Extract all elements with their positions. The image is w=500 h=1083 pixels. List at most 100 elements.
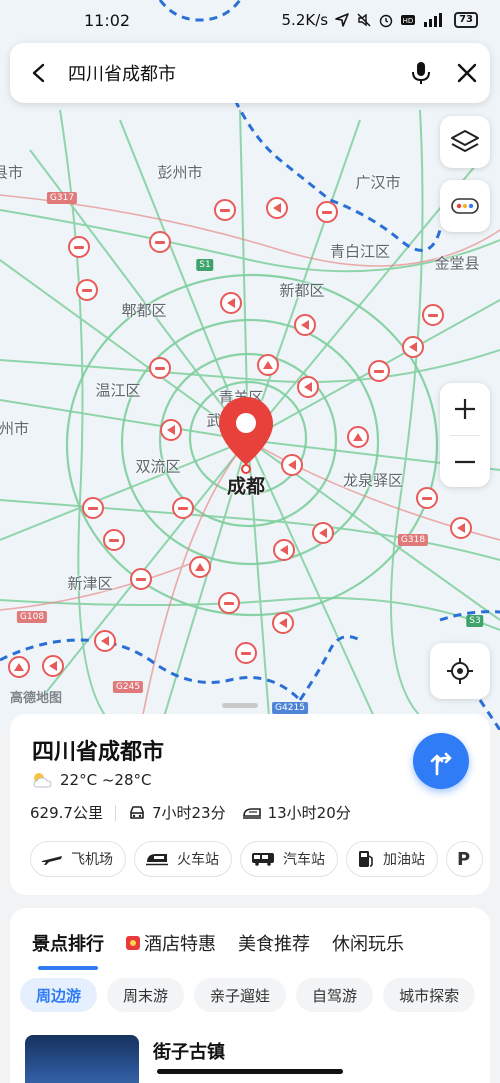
place-label: 彭州市 (157, 163, 203, 182)
location-pin-icon[interactable] (216, 395, 276, 477)
tab-food[interactable]: 美食推荐 (238, 930, 310, 956)
navigate-button[interactable] (413, 733, 469, 789)
sheet-drag-handle[interactable] (222, 703, 258, 708)
subtab-nearby[interactable]: 周边游 (20, 978, 98, 1012)
tab-attractions[interactable]: 景点排行 (32, 930, 104, 970)
place-card[interactable]: 四川省成都市 22°C ~28°C 629.7公里 7小时23分 13小时20分… (10, 714, 490, 895)
traffic-event-marker[interactable] (416, 487, 438, 509)
traffic-event-marker[interactable] (272, 612, 294, 634)
svg-text:HD: HD (403, 17, 414, 25)
attraction-thumbnail[interactable] (25, 1035, 139, 1083)
road-badge: G317 (46, 192, 78, 204)
construction-marker[interactable] (189, 556, 211, 578)
map-view[interactable]: 彭州市 广汉市 青白江区 金堂县 郫都区 新都区 温江区 青羊区 武 州市 双流… (0, 0, 500, 730)
traffic-event-marker[interactable] (103, 529, 125, 551)
traffic-event-marker[interactable] (422, 304, 444, 326)
traffic-event-marker[interactable] (368, 360, 390, 382)
more-tools-button[interactable] (440, 180, 490, 232)
chip-parking[interactable]: P (446, 841, 484, 877)
traffic-event-marker[interactable] (130, 568, 152, 590)
traffic-event-marker[interactable] (316, 201, 338, 223)
traffic-event-marker[interactable] (160, 419, 182, 441)
voice-search-button[interactable] (398, 43, 444, 103)
bus-icon (252, 853, 274, 866)
construction-marker[interactable] (8, 656, 30, 678)
layers-icon (451, 130, 479, 152)
traffic-event-marker[interactable] (402, 336, 424, 358)
search-query[interactable]: 四川省成都市 (68, 60, 398, 86)
drive-time-text: 7小时23分 (151, 804, 226, 822)
locate-icon (447, 658, 473, 684)
place-label: 广汉市 (355, 173, 401, 192)
traffic-event-marker[interactable] (312, 522, 334, 544)
road-badge: S3 (466, 615, 484, 627)
route-summary: 629.7公里 7小时23分 13小时20分 (30, 802, 351, 823)
drive-time[interactable]: 7小时23分 (128, 802, 226, 823)
chip-gas-station[interactable]: 加油站 (346, 841, 438, 877)
train-icon (242, 807, 261, 819)
layers-button[interactable] (440, 116, 490, 168)
traffic-event-marker[interactable] (149, 231, 171, 253)
status-bar: 11:02 5.2K/s HD 73 (0, 0, 500, 40)
tab-hotels[interactable]: 酒店特惠 (126, 930, 216, 956)
partly-cloudy-icon (33, 773, 52, 788)
home-indicator[interactable] (157, 1069, 343, 1074)
construction-marker[interactable] (257, 354, 279, 376)
microphone-icon (412, 62, 430, 84)
construction-marker[interactable] (347, 426, 369, 448)
network-speed: 5.2K/s (281, 11, 329, 29)
subtab-city-explore[interactable]: 城市探索 (383, 978, 476, 1012)
chip-bus-station[interactable]: 汽车站 (240, 841, 338, 877)
traffic-event-marker[interactable] (76, 279, 98, 301)
chip-train-station[interactable]: 火车站 (134, 841, 232, 877)
zoom-in-button[interactable] (440, 383, 490, 435)
explore-card: 景点排行 酒店特惠 美食推荐 休闲玩乐 周边游 周末游 亲子遛娃 自驾游 城市探… (10, 908, 490, 1083)
train-time[interactable]: 13小时20分 (242, 802, 351, 823)
car-icon (130, 805, 144, 819)
traffic-event-marker[interactable] (273, 539, 295, 561)
traffic-event-marker[interactable] (218, 592, 240, 614)
traffic-event-marker[interactable] (94, 630, 116, 652)
search-bar[interactable]: 四川省成都市 (10, 43, 490, 103)
traffic-event-marker[interactable] (235, 642, 257, 664)
subtab-self-drive[interactable]: 自驾游 (296, 978, 374, 1012)
alarm-icon (379, 14, 393, 28)
chip-airport[interactable]: 飞机场 (30, 841, 126, 877)
traffic-event-marker[interactable] (294, 314, 316, 336)
subtab-weekend[interactable]: 周末游 (107, 978, 185, 1012)
plane-icon (42, 856, 62, 865)
place-label: 郫都区 (121, 301, 167, 320)
traffic-event-marker[interactable] (266, 197, 288, 219)
place-title: 四川省成都市 (32, 740, 165, 765)
traffic-event-marker[interactable] (220, 292, 242, 314)
weather-info: 22°C ~28°C (30, 770, 151, 790)
traffic-event-marker[interactable] (68, 236, 90, 258)
traffic-event-marker[interactable] (214, 199, 236, 221)
back-button[interactable] (10, 43, 68, 103)
map-roads (0, 0, 500, 730)
tab-leisure[interactable]: 休闲玩乐 (332, 930, 404, 956)
place-label: 新津区 (67, 574, 113, 593)
locate-me-button[interactable] (430, 643, 490, 699)
zoom-out-button[interactable] (440, 436, 490, 488)
more-dots-icon (451, 198, 479, 214)
traffic-event-marker[interactable] (172, 497, 194, 519)
traffic-event-marker[interactable] (281, 454, 303, 476)
subtab-family[interactable]: 亲子遛娃 (194, 978, 287, 1012)
minus-icon (455, 460, 475, 464)
place-label: 龙泉驿区 (342, 471, 404, 490)
traffic-event-marker[interactable] (297, 376, 319, 398)
place-label: 州市 (0, 419, 30, 438)
divider (114, 804, 116, 821)
attraction-title[interactable]: 街子古镇 (153, 1038, 225, 1064)
traffic-event-marker[interactable] (149, 357, 171, 379)
clear-search-button[interactable] (444, 43, 490, 103)
traffic-event-marker[interactable] (42, 655, 64, 677)
traffic-event-marker[interactable] (82, 497, 104, 519)
parking-icon: P (457, 848, 471, 870)
road-badge: G108 (16, 611, 48, 623)
train-icon (146, 854, 168, 866)
traffic-event-marker[interactable] (450, 517, 472, 539)
road-badge: G245 (112, 681, 144, 693)
mute-icon (357, 13, 371, 27)
